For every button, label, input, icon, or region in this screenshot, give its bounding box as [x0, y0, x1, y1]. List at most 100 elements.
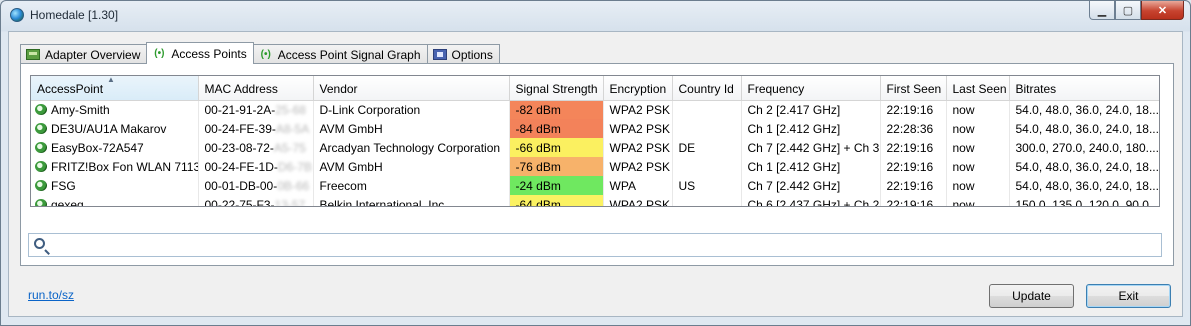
column-header-signal-strength[interactable]: Signal Strength — [509, 76, 604, 101]
access-point-icon — [35, 160, 47, 172]
country-id: US — [672, 176, 742, 195]
tab-access-points[interactable]: (•) Access Points — [146, 42, 254, 64]
tab-access-point-signal-graph[interactable]: (•) Access Point Signal Graph — [252, 44, 428, 64]
globe-icon — [10, 8, 24, 22]
mac-address: 00-22-75-F3- — [204, 197, 275, 207]
window-controls: ▁ ▢ ✕ — [1089, 1, 1184, 20]
column-header-last-seen[interactable]: Last Seen — [946, 76, 1010, 101]
mac-address-redacted: 25-68 — [275, 102, 306, 117]
signal-strength: -76 dBm — [509, 157, 604, 176]
sort-ascending-icon: ▲ — [107, 76, 115, 84]
mac-address: 00-24-FE-1D- — [204, 159, 278, 174]
tab-options[interactable]: Options — [426, 44, 500, 64]
bitrates: 54.0, 48.0, 36.0, 24.0, 18.... — [1009, 157, 1159, 176]
options-icon — [432, 49, 447, 60]
search-icon — [34, 238, 45, 249]
encryption: WPA — [603, 176, 673, 195]
tab-label: Access Points — [171, 46, 247, 61]
country-id: DE — [672, 138, 742, 157]
mac-address: 00-01-DB-00- — [204, 178, 278, 193]
window-title: Homedale [1.30] — [30, 8, 119, 22]
column-header-vendor[interactable]: Vendor — [313, 76, 510, 101]
ap-name: FRITZ!Box Fon WLAN 7113 — [51, 159, 198, 174]
tab-label: Adapter Overview — [45, 47, 141, 62]
last-seen: now — [946, 176, 1010, 195]
ap-name: EasyBox-72A547 — [51, 140, 144, 155]
adapter-icon — [26, 49, 40, 60]
tab-adapter-overview[interactable]: Adapter Overview — [20, 44, 148, 64]
frequency: Ch 7 [2.442 GHz] + Ch 3 — [741, 138, 881, 157]
country-id — [672, 119, 742, 138]
signal-strength: -84 dBm — [509, 119, 604, 138]
signal-strength: -82 dBm — [509, 100, 604, 119]
vendor: Freecom — [313, 176, 510, 195]
table-row[interactable]: DE3U/AU1A Makarov 00-24-FE-39-A8-5A AVM … — [31, 119, 1159, 138]
table-row[interactable]: EasyBox-72A547 00-23-08-72-A5-75 Arcadya… — [31, 138, 1159, 157]
ap-name: Amy-Smith — [51, 102, 110, 117]
table-row[interactable]: Amy-Smith 00-21-91-2A-25-68 D-Link Corpo… — [31, 100, 1159, 119]
close-button[interactable]: ✕ — [1141, 1, 1184, 20]
column-header-bitrates[interactable]: Bitrates — [1009, 76, 1159, 101]
mac-address: 00-23-08-72- — [204, 140, 274, 155]
mac-address-redacted: 13-57 — [274, 197, 306, 207]
encryption: WPA2 PSK — [603, 100, 673, 119]
table-row[interactable]: FRITZ!Box Fon WLAN 7113 00-24-FE-1D-D6-7… — [31, 157, 1159, 176]
encryption: WPA2 PSK — [603, 157, 673, 176]
tab-strip: Adapter Overview (•) Access Points (•) A… — [20, 42, 500, 64]
column-header-country-id[interactable]: Country Id — [672, 76, 742, 101]
search-box[interactable] — [28, 233, 1162, 257]
minimize-button[interactable]: ▁ — [1089, 1, 1115, 20]
bitrates: 54.0, 48.0, 36.0, 24.0, 18.... — [1009, 119, 1159, 138]
access-point-table[interactable]: ▲ AccessPoint MAC Address Vendor Signal S… — [30, 75, 1160, 207]
mac-address-redacted: D6-7B — [277, 159, 312, 174]
bitrates: 54.0, 48.0, 36.0, 24.0, 18.... — [1009, 100, 1159, 119]
column-header-frequency[interactable]: Frequency — [741, 76, 881, 101]
column-header-encryption[interactable]: Encryption — [603, 76, 673, 101]
country-id — [672, 195, 742, 206]
table-header-row: ▲ AccessPoint MAC Address Vendor Signal S… — [31, 76, 1159, 101]
tab-label: Options — [451, 47, 493, 62]
table-row[interactable]: FSG 00-01-DB-00-0B-66 Freecom -24 dBm WP… — [31, 176, 1159, 195]
bitrates: 150.0, 135.0, 120.0, 90.0,... — [1009, 195, 1159, 206]
ap-name: DE3U/AU1A Makarov — [51, 121, 167, 136]
client-area: Adapter Overview (•) Access Points (•) A… — [8, 31, 1183, 317]
title-bar[interactable]: Homedale [1.30] ▁ ▢ ✕ — [1, 1, 1190, 31]
homedale-window: Homedale [1.30] ▁ ▢ ✕ Adapter Overview (… — [0, 0, 1191, 326]
homepage-link[interactable]: run.to/sz — [28, 288, 74, 302]
last-seen: now — [946, 119, 1010, 138]
table-body: Amy-Smith 00-21-91-2A-25-68 D-Link Corpo… — [31, 100, 1159, 207]
last-seen: now — [946, 157, 1010, 176]
bitrates: 54.0, 48.0, 36.0, 24.0, 18.... — [1009, 176, 1159, 195]
antenna-icon: (•) — [260, 49, 271, 60]
access-point-icon — [35, 198, 47, 206]
signal-strength: -64 dBm — [509, 195, 604, 206]
frequency: Ch 1 [2.412 GHz] — [741, 119, 881, 138]
access-point-icon — [35, 141, 47, 153]
column-header-accesspoint[interactable]: ▲ AccessPoint — [31, 76, 199, 101]
access-points-panel: ▲ AccessPoint MAC Address Vendor Signal S… — [20, 63, 1174, 266]
signal-strength: -24 dBm — [509, 176, 604, 195]
column-header-first-seen[interactable]: First Seen — [880, 76, 947, 101]
first-seen: 22:19:16 — [880, 100, 947, 119]
update-button[interactable]: Update — [989, 284, 1074, 308]
exit-button[interactable]: Exit — [1086, 284, 1171, 308]
bitrates: 300.0, 270.0, 240.0, 180.... — [1009, 138, 1159, 157]
table-row[interactable]: qexeq 00-22-75-F3-13-57 Belkin Internati… — [31, 195, 1159, 207]
vendor: AVM GmbH — [313, 157, 510, 176]
tab-label: Access Point Signal Graph — [277, 47, 421, 62]
encryption: WPA2 PSK — [603, 119, 673, 138]
mac-address-redacted: A8-5A — [275, 121, 310, 136]
last-seen: now — [946, 100, 1010, 119]
access-point-icon — [35, 179, 47, 191]
search-input[interactable] — [51, 236, 1151, 254]
antenna-icon: (•) — [154, 48, 165, 59]
maximize-button[interactable]: ▢ — [1115, 1, 1141, 20]
frequency: Ch 6 [2.437 GHz] + Ch 2 — [741, 195, 881, 206]
vendor: AVM GmbH — [313, 119, 510, 138]
encryption: WPA2 PSK — [603, 138, 673, 157]
column-header-mac-address[interactable]: MAC Address — [198, 76, 314, 101]
country-id — [672, 100, 742, 119]
ap-name: FSG — [51, 178, 76, 193]
last-seen: now — [946, 195, 1010, 206]
mac-address: 00-21-91-2A- — [204, 102, 276, 117]
